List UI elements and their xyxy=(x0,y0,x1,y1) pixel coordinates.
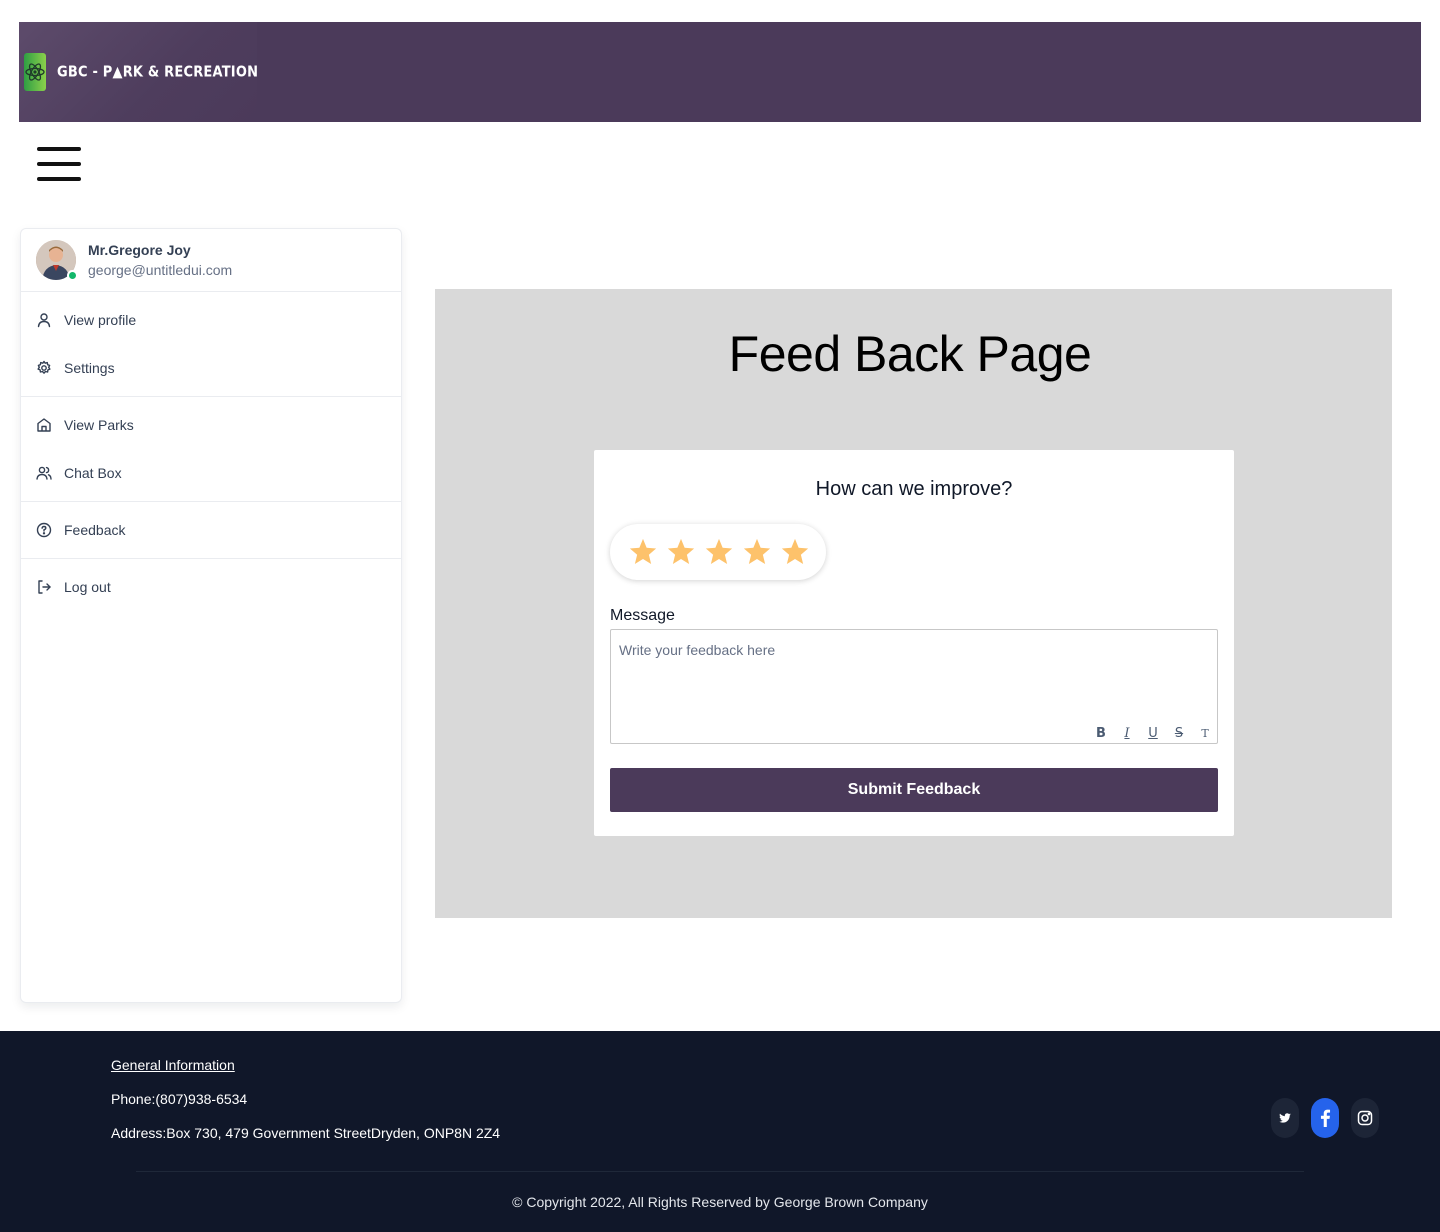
user-icon xyxy=(36,312,52,328)
social-links xyxy=(1271,1098,1379,1138)
gear-icon xyxy=(36,360,52,376)
menu-item-view-parks[interactable]: View Parks xyxy=(21,401,401,449)
menu-item-label: Feedback xyxy=(64,522,126,538)
italic-icon[interactable]: I xyxy=(1119,725,1135,741)
submit-feedback-button[interactable]: Submit Feedback xyxy=(610,768,1218,812)
twitter-icon[interactable] xyxy=(1271,1098,1299,1138)
user-email: george@untitledui.com xyxy=(88,261,233,278)
star-icon[interactable] xyxy=(624,533,662,571)
menu-group-session: Log out xyxy=(21,559,401,615)
menu-item-chat-box[interactable]: Chat Box xyxy=(21,449,401,497)
online-status-dot xyxy=(67,270,78,281)
page-title: Feed Back Page xyxy=(728,326,1092,382)
menu-item-label: View profile xyxy=(64,312,137,328)
footer-divider xyxy=(136,1171,1304,1172)
feedback-card: How can we improve? Message B I U S T xyxy=(594,450,1234,836)
brand-name: GBC - P▲RK & RECREATION xyxy=(57,63,259,81)
users-icon xyxy=(36,465,52,481)
strikethrough-icon[interactable]: S xyxy=(1171,725,1187,741)
star-icon[interactable] xyxy=(738,533,776,571)
footer-address: Address:Box 730, 479 Government StreetDr… xyxy=(111,1125,501,1141)
top-bar: GBC - P▲RK & RECREATION xyxy=(19,22,1421,122)
general-information-link[interactable]: General Information xyxy=(111,1057,235,1073)
logout-icon xyxy=(36,579,52,595)
instagram-icon[interactable] xyxy=(1351,1098,1379,1138)
menu-group-account: View profile Settings xyxy=(21,292,401,397)
sidebar-dropdown: Mr.Gregore Joy george@untitledui.com Vie… xyxy=(20,228,402,1003)
help-circle-icon xyxy=(36,522,52,538)
user-header: Mr.Gregore Joy george@untitledui.com xyxy=(21,229,401,292)
menu-group-app: View Parks Chat Box xyxy=(21,397,401,502)
menu-item-label: View Parks xyxy=(64,417,134,433)
brand[interactable]: GBC - P▲RK & RECREATION xyxy=(19,22,259,122)
feedback-panel: Feed Back Page How can we improve? Messa… xyxy=(435,289,1392,918)
menu-item-label: Log out xyxy=(64,579,111,595)
message-label: Message xyxy=(610,607,675,624)
star-icon[interactable] xyxy=(662,533,700,571)
user-name: Mr.Gregore Joy xyxy=(88,241,191,258)
footer-phone: Phone:(807)938-6534 xyxy=(111,1091,248,1107)
copyright-text: © Copyright 2022, All Rights Reserved by… xyxy=(512,1194,928,1210)
menu-item-label: Settings xyxy=(64,360,115,376)
menu-item-feedback[interactable]: Feedback xyxy=(21,506,401,554)
logo-icon xyxy=(24,53,46,91)
message-editor: B I U S T xyxy=(610,629,1218,744)
menu-group-support: Feedback xyxy=(21,502,401,559)
star-icon[interactable] xyxy=(700,533,738,571)
hamburger-menu-icon[interactable] xyxy=(37,147,82,181)
page: GBC - P▲RK & RECREATION Mr.Gregore Joy g… xyxy=(0,0,1440,1232)
feedback-question: How can we improve? xyxy=(815,478,1013,500)
bold-icon[interactable]: B xyxy=(1093,725,1109,741)
star-rating xyxy=(610,524,826,580)
underline-icon[interactable]: U xyxy=(1145,725,1161,741)
message-textarea[interactable] xyxy=(611,630,1217,720)
footer: General Information Phone:(807)938-6534 … xyxy=(0,1031,1440,1232)
avatar[interactable] xyxy=(36,240,78,281)
menu-item-log-out[interactable]: Log out xyxy=(21,563,401,611)
star-icon[interactable] xyxy=(776,533,814,571)
clear-format-icon[interactable]: T xyxy=(1197,725,1213,741)
menu-item-view-profile[interactable]: View profile xyxy=(21,296,401,344)
menu-item-settings[interactable]: Settings xyxy=(21,344,401,392)
format-toolbar: B I U S T xyxy=(1093,725,1213,741)
home-icon xyxy=(36,417,52,433)
facebook-icon[interactable] xyxy=(1311,1098,1339,1138)
menu-item-label: Chat Box xyxy=(64,465,122,481)
